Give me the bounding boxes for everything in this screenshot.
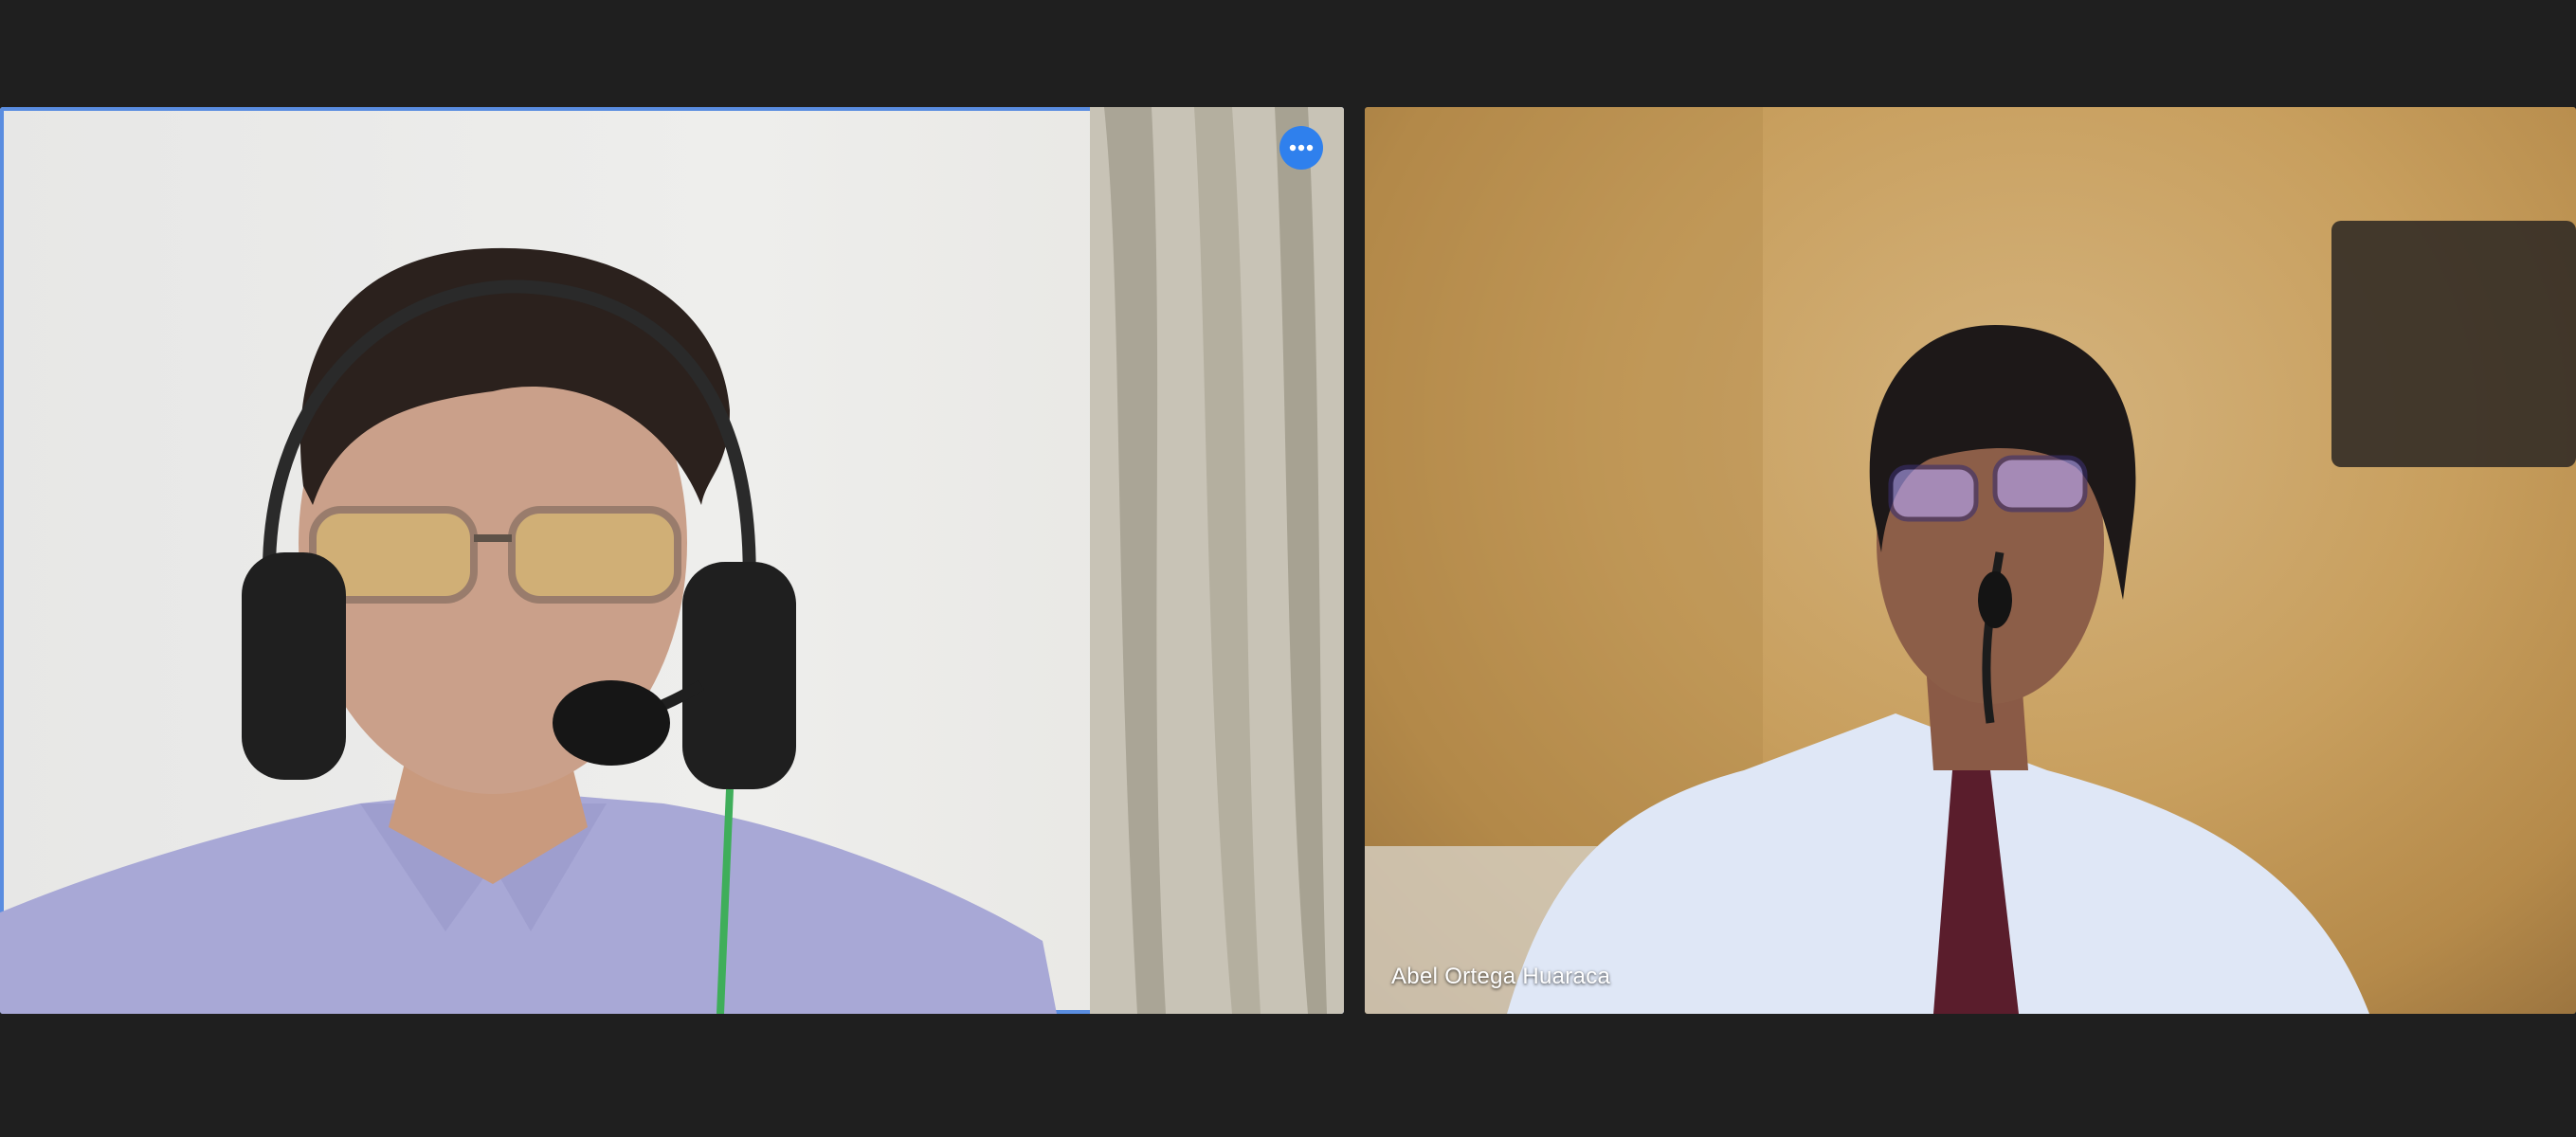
video-tile-active-speaker[interactable] (0, 107, 1344, 1014)
participant-video-feed (0, 107, 1344, 1014)
video-tile-participant[interactable]: Abel Ortega Huaraca (1365, 107, 2576, 1014)
participant-video-feed (1365, 107, 2576, 1014)
participant-name-label: Abel Ortega Huaraca (1391, 964, 1611, 989)
ellipsis-icon (1289, 144, 1314, 152)
more-options-button[interactable] (1279, 126, 1323, 170)
